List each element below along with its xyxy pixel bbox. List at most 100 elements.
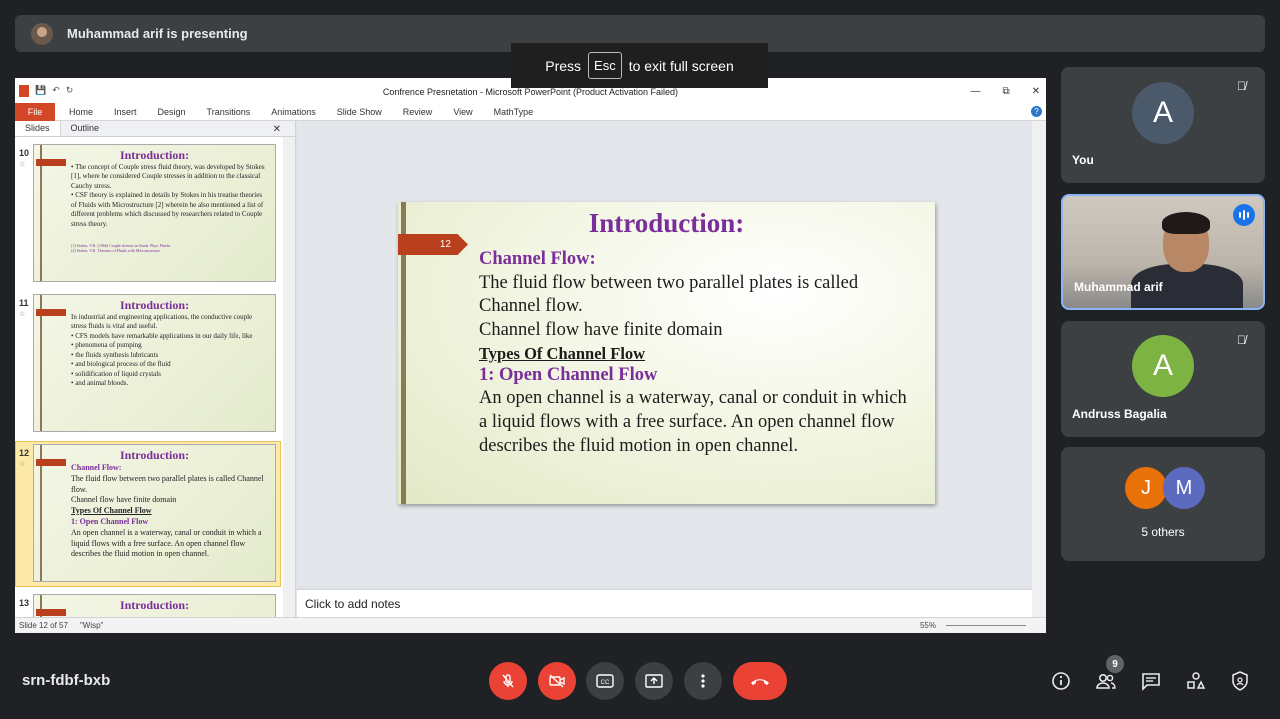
- ppt-window-title: Confrence Presnetation - Microsoft Power…: [382, 87, 679, 97]
- channel-flow-heading: Channel Flow:: [479, 249, 596, 269]
- info-icon: [1052, 672, 1070, 690]
- participant-tile-others[interactable]: J M 5 others: [1061, 447, 1265, 561]
- leave-call-button[interactable]: [733, 662, 787, 700]
- panel-scrollbar: [283, 137, 295, 617]
- editor-scrollbar: [1032, 121, 1046, 617]
- slide-thumbnail: Introduction: In industrial and engineer…: [33, 294, 276, 432]
- zoom-level: 55%: [919, 621, 936, 630]
- notes-pane: Click to add notes: [297, 589, 1032, 617]
- meeting-code: srn-fdbf-bxb: [22, 672, 111, 689]
- theme-name: "Wisp": [79, 621, 104, 630]
- captions-icon: CC: [596, 674, 614, 688]
- tab-mathtype: MathType: [493, 106, 534, 117]
- chat-icon: [1142, 673, 1160, 691]
- thumbnail-title: Introduction:: [119, 598, 190, 612]
- thumbnail-line: The fluid flow between two parallel plat…: [71, 473, 264, 494]
- more-options-button[interactable]: [684, 662, 722, 700]
- tab-animations: Animations: [271, 106, 316, 117]
- chat-button[interactable]: [1138, 668, 1164, 694]
- present-icon: [645, 674, 663, 688]
- avatar: M: [1163, 467, 1205, 509]
- help-icon: ?: [1031, 106, 1042, 117]
- types-heading: Types Of Channel Flow: [479, 343, 646, 363]
- tab-slides: Slides: [15, 121, 61, 136]
- camera-off-icon: [549, 674, 565, 688]
- participant-tile-andruss[interactable]: A 🎙̸ Andruss Bagalia: [1061, 321, 1265, 437]
- participant-name: Muhammad arif: [1074, 280, 1163, 294]
- slide-title: Introduction:: [588, 208, 745, 238]
- tab-insert: Insert: [114, 106, 137, 117]
- activities-icon: [1187, 672, 1206, 689]
- thumbnail-number: 13: [19, 598, 30, 608]
- panel-tabs: Slides Outline ✕: [15, 121, 295, 137]
- thumbnail-body: • The concept of Couple stress fluid the…: [71, 163, 267, 254]
- slide-thumbnail: Introduction: Channel Flow: The fluid fl…: [33, 444, 276, 582]
- thumbnail-heading: Types Of Channel Flow: [71, 506, 152, 516]
- thumbnail-title: Introduction:: [119, 148, 190, 162]
- esc-key: Esc: [588, 52, 622, 79]
- thumbnail-number: 11: [19, 298, 29, 308]
- open-channel-heading: 1: Open Channel Flow: [479, 364, 658, 385]
- fullscreen-suffix: to exit full screen: [628, 57, 734, 74]
- participant-name: Andruss Bagalia: [1072, 407, 1167, 421]
- tab-home: Home: [69, 106, 94, 117]
- thumbnail-line: • solidification of liquid crystals: [71, 369, 161, 378]
- slide-line: The fluid flow between two parallel plat…: [479, 272, 859, 317]
- end-call-icon: [751, 679, 769, 685]
- thumbnail-flag: [36, 459, 66, 466]
- thumbnail-line: • and animal bloods.: [71, 379, 129, 388]
- thumbnail-line: • CFS models have remarkable application…: [71, 331, 253, 340]
- meeting-details-button[interactable]: [1048, 668, 1074, 694]
- presenter-video-hair: [1162, 212, 1210, 234]
- thumbnail-line: • and biological process of the fluid: [71, 360, 171, 369]
- slide-thumbnails: 10 ☆ Introduction: • The concept of Coup…: [15, 137, 285, 617]
- thumbnail-number: 12: [19, 448, 30, 458]
- tab-outline: Outline: [70, 123, 100, 133]
- others-avatars: J M: [1125, 467, 1205, 509]
- tab-design: Design: [157, 106, 186, 117]
- ppt-status-bar: Slide 12 of 57 "Wisp" 55%: [15, 617, 1046, 633]
- thumbnail-title: Introduction:: [119, 448, 190, 462]
- window-controls: — ⧉ ✕: [970, 86, 1040, 97]
- participant-tile-you[interactable]: A 🎙̸ You: [1061, 67, 1265, 183]
- present-button[interactable]: [635, 662, 673, 700]
- camera-toggle-button[interactable]: [538, 662, 576, 700]
- zoom-slider: [946, 625, 1026, 626]
- slide-editor: 12 Introduction: Channel Flow: The fluid…: [297, 121, 1032, 586]
- thumbnail-line: • CSF theory is explained in details by …: [71, 191, 264, 228]
- ppt-workspace: Slides Outline ✕ 10 ☆ Introduction: • Th…: [15, 121, 1046, 617]
- tab-view: View: [453, 106, 473, 117]
- current-slide: 12 Introduction: Channel Flow: The fluid…: [398, 202, 935, 504]
- thumbnail-line: • the fluids synthesis lubricants: [71, 350, 159, 359]
- participant-tile-muhammad-arif[interactable]: Muhammad arif: [1061, 194, 1265, 310]
- captions-button[interactable]: CC: [586, 662, 624, 700]
- slide-line: Channel flow have finite domain: [479, 320, 723, 341]
- activities-button[interactable]: [1183, 668, 1209, 694]
- avatar: J: [1125, 467, 1167, 509]
- restore-icon: ⧉: [1002, 86, 1010, 97]
- slide-thumbnail: Introduction: • The concept of Couple st…: [33, 144, 276, 282]
- tab-slide-show: Slide Show: [336, 106, 382, 117]
- thumbnail-line: • phenomena of pumping: [71, 341, 142, 350]
- host-controls-button[interactable]: [1227, 668, 1253, 694]
- thumbnail-heading: Channel Flow:: [71, 463, 122, 472]
- thumbnail-title: Introduction:: [119, 298, 190, 312]
- thumbnail-line: An open channel is a waterway, canal or …: [71, 527, 262, 559]
- slide-body: Channel Flow: The fluid flow between two…: [479, 248, 919, 458]
- participant-count-badge: 9: [1106, 655, 1124, 673]
- slide-thumbnail: Introduction:: [33, 594, 276, 617]
- slide-line: An open channel is a waterway, canal or …: [479, 388, 907, 456]
- thumbnail-number: 10: [19, 148, 30, 158]
- avatar: A: [1132, 335, 1194, 397]
- others-count: 5 others: [1141, 525, 1185, 539]
- press-label: Press: [545, 57, 582, 74]
- mic-toggle-button[interactable]: [489, 662, 527, 700]
- host-controls-icon: [1232, 671, 1248, 691]
- presenter-avatar: [31, 22, 53, 45]
- exit-fullscreen-hint: Press Esc to exit full screen: [511, 43, 768, 88]
- thumbnail-line: In industrial and engineering applicatio…: [71, 313, 253, 331]
- mic-off-icon: 🎙̸: [1237, 333, 1246, 347]
- tab-review: Review: [402, 106, 433, 117]
- thumbnail-body: Channel Flow: The fluid flow between two…: [71, 463, 267, 560]
- people-icon: [1096, 673, 1116, 689]
